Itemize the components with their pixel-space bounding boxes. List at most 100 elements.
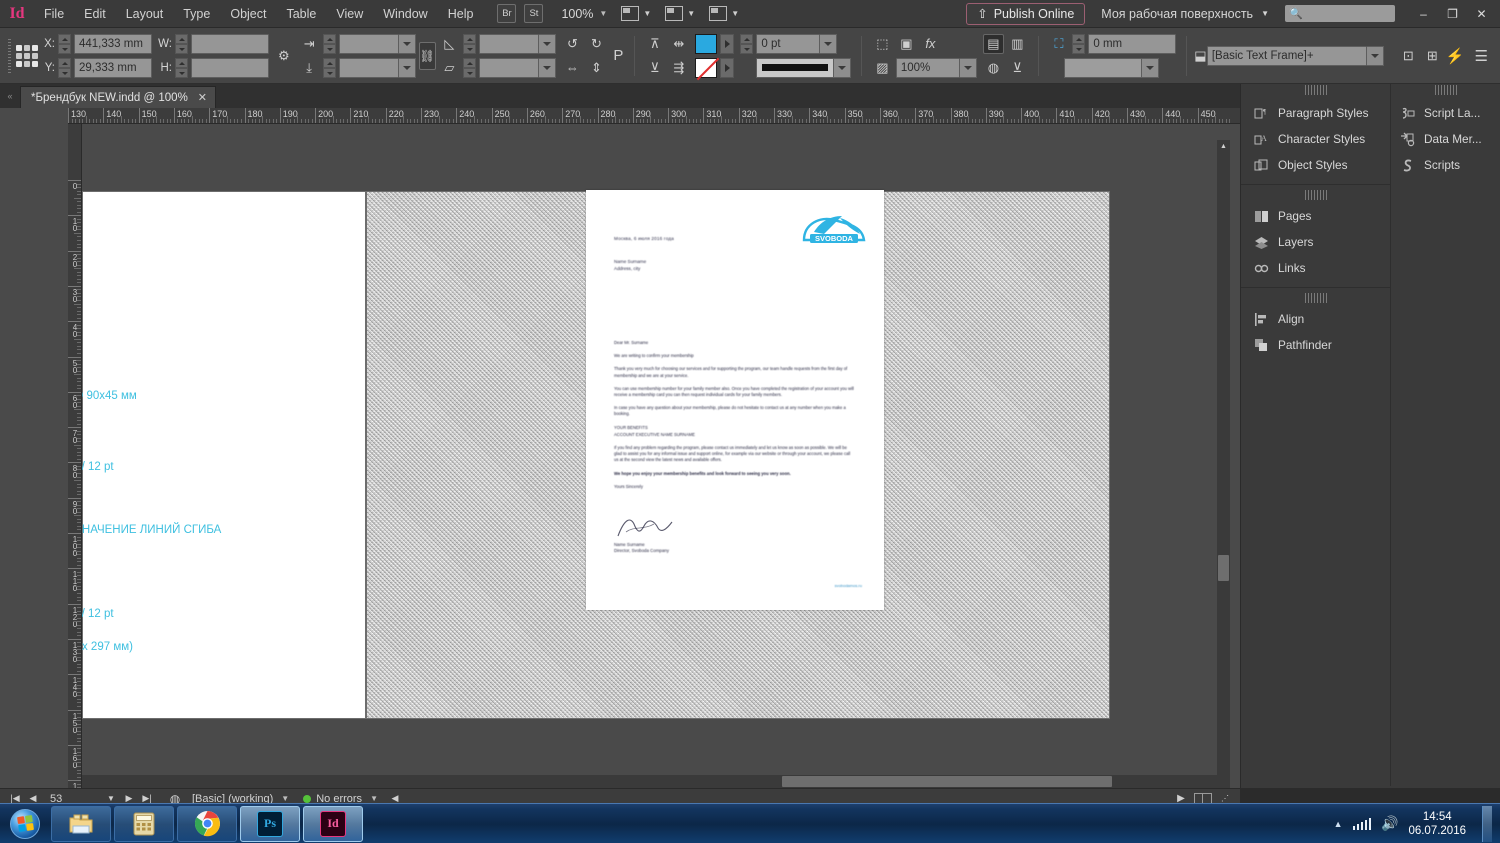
inset-stepper[interactable]: [1072, 33, 1086, 54]
close-icon[interactable]: ✕: [198, 91, 207, 104]
page-spread-left[interactable]: [82, 191, 366, 719]
constrain-scale-link-icon[interactable]: ⛓: [418, 41, 436, 70]
inset-input[interactable]: 0 mm: [1088, 33, 1177, 54]
chevron-down-icon[interactable]: [398, 57, 416, 78]
menu-help[interactable]: Help: [438, 0, 484, 28]
drop-shadow-icon[interactable]: ▣: [896, 34, 917, 54]
flip-horizontal-icon[interactable]: ⇔: [562, 58, 583, 78]
maximize-button[interactable]: ❐: [1438, 4, 1467, 24]
chevron-down-icon[interactable]: [398, 33, 416, 54]
network-signal-icon[interactable]: [1352, 817, 1371, 830]
rotate-stepper[interactable]: [462, 33, 476, 54]
scale-x-stepper[interactable]: [322, 33, 336, 54]
shear-combo[interactable]: [478, 57, 556, 78]
text-columns-icon[interactable]: ▥: [1007, 34, 1028, 54]
fill-color-swatch[interactable]: [695, 33, 718, 54]
system-clock[interactable]: 14:54 06.07.2016: [1408, 810, 1466, 838]
stroke-color-swatch[interactable]: [695, 57, 718, 78]
shear-stepper[interactable]: [462, 57, 476, 78]
menu-object[interactable]: Object: [220, 0, 276, 28]
align-top-icon[interactable]: ⊼: [644, 34, 665, 54]
object-style-icon[interactable]: ⬓: [1194, 46, 1207, 66]
show-desktop-button[interactable]: [1482, 805, 1492, 842]
stroke-weight-input[interactable]: 0 pt: [756, 33, 821, 54]
menu-layout[interactable]: Layout: [116, 0, 174, 28]
panel-script-label[interactable]: Script La...: [1391, 100, 1500, 126]
panel-data-merge[interactable]: Data Mer...: [1391, 126, 1500, 152]
chevron-down-icon[interactable]: [1366, 45, 1384, 66]
select-container-icon[interactable]: P: [610, 46, 627, 66]
h-input[interactable]: [191, 57, 269, 78]
h-stepper[interactable]: [175, 57, 188, 78]
distribute-horizontal-icon[interactable]: ⇹: [668, 34, 689, 54]
x-input[interactable]: 441,333 mm: [74, 33, 152, 54]
taskbar-calculator[interactable]: [114, 805, 174, 842]
taskbar-google-chrome[interactable]: [177, 805, 237, 842]
arrange-documents-dropdown[interactable]: ▼: [709, 6, 739, 21]
text-align-bottom-icon[interactable]: ⊻: [1007, 58, 1028, 78]
x-stepper[interactable]: [58, 33, 71, 54]
panel-pathfinder[interactable]: Pathfinder: [1241, 332, 1390, 358]
chevron-down-icon[interactable]: [1142, 57, 1160, 78]
vertical-justify-icon[interactable]: ◍: [983, 58, 1004, 78]
menu-view[interactable]: View: [326, 0, 373, 28]
opacity-input[interactable]: 100%: [895, 57, 960, 78]
menu-type[interactable]: Type: [173, 0, 220, 28]
panel-menu-icon[interactable]: ☰: [1475, 47, 1500, 65]
view-options-dropdown[interactable]: ▼: [665, 6, 695, 21]
search-input[interactable]: 🔍: [1285, 5, 1395, 22]
menu-window[interactable]: Window: [373, 0, 437, 28]
canvas-vertical-scrollbar[interactable]: ▲ ▼: [1217, 140, 1230, 788]
align-bottom-icon[interactable]: ⊻: [644, 58, 665, 78]
constrain-proportions-icon[interactable]: ⚙: [278, 46, 290, 66]
bridge-icon[interactable]: Br: [497, 4, 517, 23]
flip-vertical-icon[interactable]: ⇕: [586, 58, 607, 78]
taskbar-windows-explorer[interactable]: [51, 805, 111, 842]
volume-icon[interactable]: 🔊: [1381, 815, 1398, 832]
horizontal-ruler[interactable]: 130 140 150 160 170 180 190 200 210 220 230 240 250 2…: [68, 108, 1240, 124]
tab-scroll-left-icon[interactable]: «: [0, 84, 20, 108]
panel-scripts[interactable]: Scripts: [1391, 152, 1500, 178]
columns-combo[interactable]: [1064, 57, 1160, 78]
stroke-style-combo[interactable]: [756, 57, 852, 78]
rotate-ccw-icon[interactable]: ↺: [562, 34, 583, 54]
panel-object-styles[interactable]: Object Styles: [1241, 152, 1390, 178]
fill-dropdown-icon[interactable]: [720, 33, 735, 54]
taskbar-adobe-indesign[interactable]: Id: [303, 805, 363, 842]
menu-file[interactable]: File: [34, 0, 74, 28]
vertical-scroll-thumb[interactable]: [1218, 555, 1229, 581]
panel-pages[interactable]: Pages: [1241, 203, 1390, 229]
rotate-cw-icon[interactable]: ↻: [586, 34, 607, 54]
vertical-ruler[interactable]: 0102030405060708090100110120130140150160…: [68, 124, 82, 788]
taskbar-adobe-photoshop[interactable]: Ps: [240, 805, 300, 842]
panel-character-styles[interactable]: A Character Styles: [1241, 126, 1390, 152]
w-input[interactable]: [191, 33, 269, 54]
screen-mode-dropdown[interactable]: ▼: [621, 6, 651, 21]
fit-content-icon[interactable]: ⊡: [1398, 46, 1419, 66]
opacity-combo[interactable]: 100%: [895, 57, 977, 78]
scroll-up-icon[interactable]: ▲: [1217, 140, 1230, 153]
panel-align[interactable]: Align: [1241, 306, 1390, 332]
scale-y-input[interactable]: [338, 57, 399, 78]
control-panel-grip[interactable]: [8, 38, 11, 73]
y-input[interactable]: 29,333 mm: [74, 57, 152, 78]
shear-input[interactable]: [478, 57, 539, 78]
start-button[interactable]: [2, 806, 48, 842]
effects-fx-icon[interactable]: fx: [920, 34, 941, 54]
canvas-horizontal-scrollbar[interactable]: [82, 775, 1227, 788]
horizontal-scroll-thumb[interactable]: [782, 776, 1112, 787]
fit-frame-icon[interactable]: ⊞: [1422, 46, 1443, 66]
panel-paragraph-styles[interactable]: ¶ Paragraph Styles: [1241, 100, 1390, 126]
menu-edit[interactable]: Edit: [74, 0, 116, 28]
stroke-weight-combo[interactable]: 0 pt: [756, 33, 838, 54]
group-grip[interactable]: [1304, 293, 1327, 303]
scale-x-combo[interactable]: [338, 33, 416, 54]
close-button[interactable]: ✕: [1467, 4, 1496, 24]
stock-icon[interactable]: St: [524, 4, 544, 23]
show-hidden-icons-icon[interactable]: ▲: [1334, 819, 1343, 829]
text-align-rows-icon[interactable]: ▤: [982, 33, 1004, 54]
menu-table[interactable]: Table: [276, 0, 326, 28]
panel-layers[interactable]: Layers: [1241, 229, 1390, 255]
chevron-down-icon[interactable]: ▼: [362, 794, 386, 803]
rotate-combo[interactable]: [478, 33, 556, 54]
